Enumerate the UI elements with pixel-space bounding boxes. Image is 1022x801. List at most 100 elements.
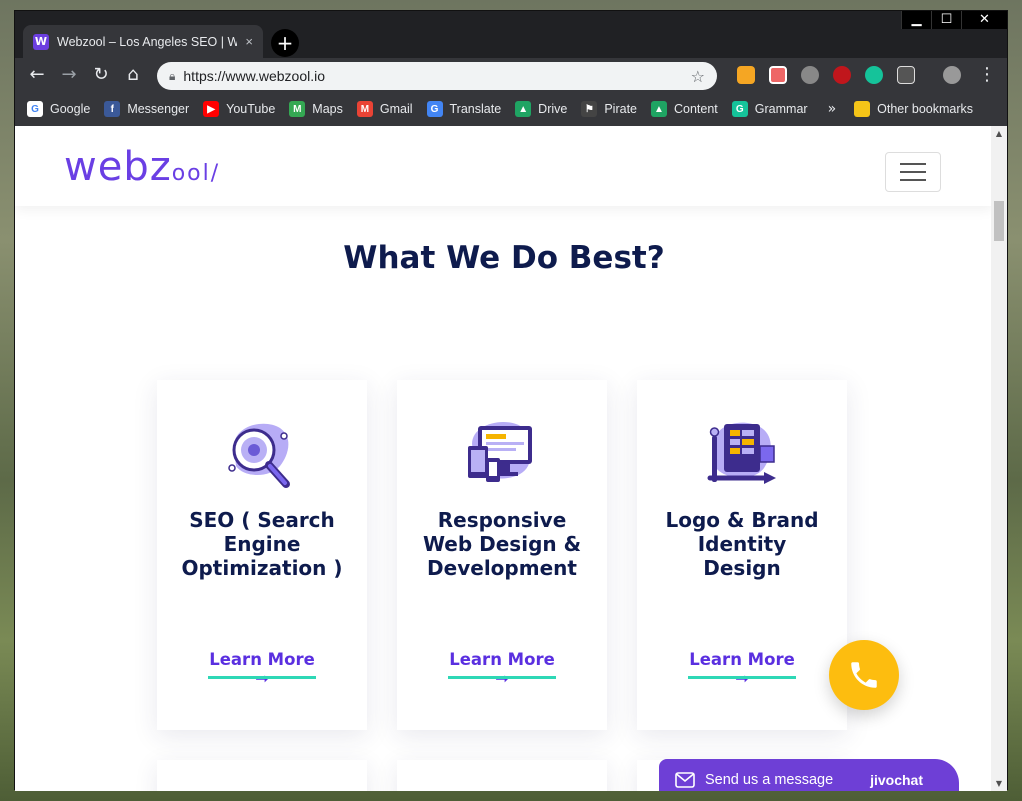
new-tab-button[interactable]: + xyxy=(271,29,299,57)
webzool-logo[interactable]: webzool/ xyxy=(64,144,220,190)
minimize-button[interactable]: ▁ xyxy=(901,11,931,29)
content-icon: ▲ xyxy=(651,101,667,117)
logo-suffix: ool xyxy=(171,161,211,186)
card-title: Logo & Brand Identity Design xyxy=(665,508,819,580)
palette-design-icon xyxy=(707,422,776,484)
url-text[interactable]: https://www.webzool.io xyxy=(183,68,682,84)
more-bookmarks-icon[interactable]: » xyxy=(828,101,837,117)
bookmark-label: Maps xyxy=(312,102,343,116)
extension-icon[interactable] xyxy=(769,66,787,84)
hamburger-menu-button[interactable] xyxy=(885,152,941,192)
service-card xyxy=(157,760,367,791)
bookmark-label: YouTube xyxy=(226,102,276,116)
messenger-icon: f xyxy=(104,101,121,117)
bookmark-label: Gmail xyxy=(379,102,413,116)
service-card-seo: SEO ( Search Engine Optimization ) Learn… xyxy=(157,380,367,730)
extension-icon[interactable] xyxy=(737,66,755,84)
hamburger-line xyxy=(900,179,926,181)
extension-icon[interactable] xyxy=(801,66,819,84)
hamburger-line xyxy=(900,171,926,173)
site-header: webzool/ xyxy=(15,126,993,206)
bookmark-google[interactable]: G Google xyxy=(27,101,90,117)
bookmark-grammar[interactable]: G Grammar xyxy=(731,101,808,117)
page-viewport: webzool/ What We Do Best? SEO ( Search E… xyxy=(15,126,993,791)
gmail-icon: M xyxy=(356,101,373,117)
bookmark-messenger[interactable]: f Messenger xyxy=(104,101,189,117)
drive-icon: ▲ xyxy=(515,101,532,117)
bookmark-content[interactable]: ▲ Content xyxy=(651,101,718,117)
bookmark-pirate[interactable]: ⚑ Pirate xyxy=(581,101,637,117)
scroll-up-arrow-icon[interactable]: ▲ xyxy=(994,129,1004,138)
adblock-icon[interactable] xyxy=(833,66,851,84)
title-bar: W Webzool – Los Angeles SEO | We × + ▁ ☐… xyxy=(15,11,1007,58)
profile-avatar[interactable] xyxy=(943,66,961,84)
reload-button[interactable]: ↻ xyxy=(89,63,113,87)
link-underline xyxy=(208,676,316,679)
bookmark-star-icon[interactable]: ☆ xyxy=(691,67,705,86)
bookmark-youtube[interactable]: ▶ YouTube xyxy=(203,101,275,117)
chat-widget[interactable]: Send us a message jivochat xyxy=(659,759,959,791)
envelope-icon xyxy=(675,772,695,788)
logo-main: webz xyxy=(64,144,172,190)
bookmark-label: Content xyxy=(674,102,718,116)
bookmark-label: Google xyxy=(50,102,91,116)
window-controls: ▁ ☐ ✕ xyxy=(901,11,1007,29)
grammarly-icon[interactable] xyxy=(865,66,883,84)
bookmark-label: Grammar xyxy=(754,102,808,116)
webzool-favicon-icon: W xyxy=(33,33,49,50)
bookmark-drive[interactable]: ▲ Drive xyxy=(515,101,567,117)
card-title: Responsive Web Design & Development xyxy=(422,508,582,580)
call-button[interactable] xyxy=(829,640,899,710)
bookmark-gmail[interactable]: M Gmail xyxy=(356,101,413,117)
pirate-icon: ⚑ xyxy=(581,101,598,117)
back-button[interactable]: ← xyxy=(25,63,49,87)
link-underline xyxy=(448,676,556,679)
bookmarks-bar: G Google f Messenger ▶ YouTube M Maps M Gmail G Tra… xyxy=(15,92,1007,126)
close-window-button[interactable]: ✕ xyxy=(961,11,1007,29)
card-title: SEO ( Search Engine Optimization ) xyxy=(181,508,343,580)
bookmark-maps[interactable]: M Maps xyxy=(289,101,343,117)
home-button[interactable]: ⌂ xyxy=(121,63,145,87)
bookmark-label: Pirate xyxy=(604,102,637,116)
service-card-web-design: Responsive Web Design & Development Lear… xyxy=(397,380,607,730)
grammar-icon: G xyxy=(731,101,748,117)
scroll-down-arrow-icon[interactable]: ▼ xyxy=(994,779,1004,788)
browser-toolbar: ← → ↻ ⌂ 🔒︎ https://www.webzool.io ☆ ⋮ xyxy=(15,58,1007,92)
maps-icon: M xyxy=(289,101,306,117)
scroll-thumb[interactable] xyxy=(994,201,1004,241)
other-bookmarks[interactable]: Other bookmarks xyxy=(854,101,973,117)
jivochat-logo: jivochat xyxy=(870,772,923,788)
forward-button[interactable]: → xyxy=(57,63,81,87)
learn-more-link[interactable]: Learn More ➞ xyxy=(688,650,796,688)
section-title: What We Do Best? xyxy=(343,240,665,276)
menu-icon[interactable]: ⋮ xyxy=(975,63,999,87)
service-card-logo-design: Logo & Brand Identity Design Learn More … xyxy=(637,380,847,730)
chat-label: Send us a message xyxy=(705,772,834,788)
bookmark-translate[interactable]: G Translate xyxy=(426,101,502,117)
youtube-icon: ▶ xyxy=(203,101,220,117)
tab-close-icon[interactable]: × xyxy=(245,34,253,49)
bookmark-label: Messenger xyxy=(127,102,190,116)
page-scrollbar[interactable]: ▲ ▼ xyxy=(991,126,1007,791)
browser-tab[interactable]: W Webzool – Los Angeles SEO | We × xyxy=(23,25,263,58)
extension-icon[interactable] xyxy=(897,66,915,84)
phone-icon xyxy=(851,662,877,688)
tab-title: Webzool – Los Angeles SEO | We xyxy=(57,34,238,49)
devices-icon xyxy=(468,422,532,482)
service-card xyxy=(397,760,607,791)
learn-more-link[interactable]: Learn More ➞ xyxy=(208,650,316,688)
lock-icon: 🔒︎ xyxy=(169,68,176,83)
translate-icon: G xyxy=(426,101,443,117)
folder-icon xyxy=(854,101,871,117)
browser-window: W Webzool – Los Angeles SEO | We × + ▁ ☐… xyxy=(14,10,1008,791)
bookmark-label: Drive xyxy=(538,102,568,116)
address-bar[interactable]: 🔒︎ https://www.webzool.io ☆ xyxy=(157,62,717,90)
maximize-button[interactable]: ☐ xyxy=(931,11,961,29)
other-bookmarks-label: Other bookmarks xyxy=(877,102,974,116)
link-underline xyxy=(688,676,796,679)
magnifier-seo-icon xyxy=(228,423,290,488)
learn-more-link[interactable]: Learn More ➞ xyxy=(448,650,556,688)
google-icon: G xyxy=(27,101,43,117)
hamburger-line xyxy=(900,163,926,165)
bookmark-label: Translate xyxy=(449,102,502,116)
